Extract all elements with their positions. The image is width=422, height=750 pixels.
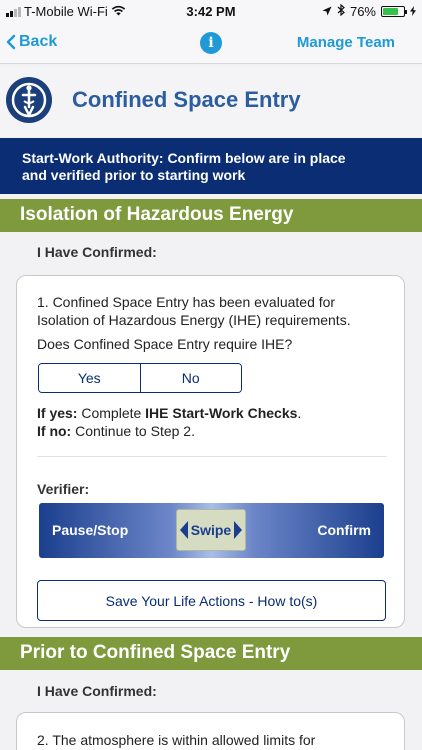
if-yes-instruction: If yes: Complete IHE Start-Work Checks. xyxy=(37,405,301,421)
check-card-2: 2. The atmosphere is within allowed limi… xyxy=(16,712,405,750)
confirmed-label-2: I Have Confirmed: xyxy=(37,683,157,699)
swipe-handle[interactable]: Swipe xyxy=(176,509,246,551)
arrow-left-icon xyxy=(179,521,188,539)
if-no-instruction: If no: Continue to Step 2. xyxy=(37,423,195,439)
charging-bolt-icon xyxy=(410,4,416,19)
start-work-authority-banner: Start-Work Authority: Confirm below are … xyxy=(0,138,422,194)
question-text: 1. Confined Space Entry has been evaluat… xyxy=(37,293,392,329)
if-yes-period: . xyxy=(297,405,302,421)
navigation-bar: Back i Manage Team xyxy=(0,24,422,64)
location-arrow-icon xyxy=(322,4,332,19)
chevron-left-icon xyxy=(6,34,16,50)
logo-icon xyxy=(6,77,52,123)
confirm-label: Confirm xyxy=(317,522,371,538)
info-icon[interactable]: i xyxy=(200,32,222,54)
authority-line-1: Start-Work Authority: Confirm below are … xyxy=(22,150,346,166)
confirmed-label: I Have Confirmed: xyxy=(37,244,157,260)
back-label: Back xyxy=(19,33,58,50)
question-text-2: 2. The atmosphere is within allowed limi… xyxy=(37,732,316,748)
status-bar: T-Mobile Wi-Fi 3:42 PM 76% xyxy=(0,0,422,24)
if-yes-text: Complete xyxy=(77,405,146,421)
manage-team-button[interactable]: Manage Team xyxy=(297,34,395,51)
yes-button[interactable]: Yes xyxy=(39,364,140,392)
if-no-label: If no: xyxy=(37,423,72,439)
swipe-label: Swipe xyxy=(190,522,232,538)
battery-percent: 76% xyxy=(349,4,376,19)
section-header-prior-entry: Prior to Confined Space Entry xyxy=(0,637,422,670)
if-yes-label: If yes: xyxy=(37,405,78,421)
swipe-slider[interactable]: Pause/Stop Swipe Confirm xyxy=(39,503,384,558)
ihe-question: Does Confined Space Entry require IHE? xyxy=(37,336,293,352)
page-title: Confined Space Entry xyxy=(72,87,301,112)
no-button[interactable]: No xyxy=(139,364,241,392)
authority-line-2: and verified prior to starting work xyxy=(22,167,246,183)
arrow-right-icon xyxy=(234,521,243,539)
ihe-checks-link: IHE Start-Work Checks xyxy=(145,405,298,421)
yes-no-toggle: Yes No xyxy=(38,363,242,393)
bluetooth-icon xyxy=(337,3,345,19)
check-card-1: 1. Confined Space Entry has been evaluat… xyxy=(16,275,405,628)
question-line-2: Isolation of Hazardous Energy (IHE) requ… xyxy=(37,312,351,328)
pause-stop-label: Pause/Stop xyxy=(52,522,129,538)
question-line-1: 1. Confined Space Entry has been evaluat… xyxy=(37,294,336,310)
page-header: Confined Space Entry xyxy=(0,65,422,137)
divider xyxy=(37,456,387,457)
section-header-isolation: Isolation of Hazardous Energy xyxy=(0,199,422,232)
back-button[interactable]: Back xyxy=(6,33,57,51)
if-no-text: Continue to Step 2. xyxy=(71,423,195,439)
verifier-label: Verifier: xyxy=(37,481,90,497)
save-your-life-actions-button[interactable]: Save Your Life Actions - How to(s) xyxy=(37,580,386,621)
battery-icon xyxy=(381,6,407,17)
status-right: 76% xyxy=(322,3,416,19)
